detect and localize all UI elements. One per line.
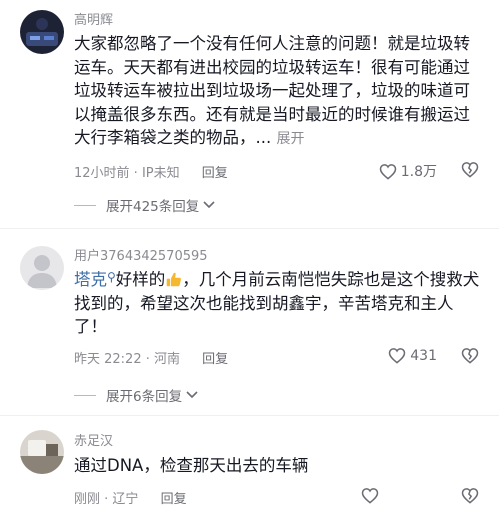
avatar[interactable] [20,10,64,54]
comment-body: 通过DNA，检查那天出去的车辆 [74,456,309,475]
comment-location: IP未知 [141,166,180,181]
comment-text: 塔克⚲好样的 ，几个月前云南恺恺失踪也是这个搜救犬找到的，希望这次也能找到胡鑫宇，… [74,266,482,339]
divider-line [74,394,96,396]
comment-meta: 12小时前 · IP未知 回复 [74,166,228,181]
reply-button[interactable]: 回复 [202,166,228,181]
like-button[interactable]: 1.8万 [379,161,437,181]
like-button[interactable]: 431 [388,347,437,364]
reply-button[interactable]: 回复 [202,352,228,367]
like-button[interactable] [361,487,383,504]
comment-location: 河南 [154,352,181,367]
comment-item-3: 赤足汉 通过DNA，检查那天出去的车辆 刚刚 · 辽宁 回复 [0,422,499,529]
heart-outline-icon [379,163,396,180]
avatar[interactable] [20,246,64,290]
chevron-down-icon [186,391,198,399]
divider-line [74,204,96,206]
comment-username[interactable]: 用户3764342570595 [74,245,208,264]
like-count: 1.8万 [400,164,437,180]
chevron-down-icon [203,201,215,209]
comment-item-1: 高明辉 大家都忽略了一个没有任何人注意的问题！就是垃圾转运车。天天都有进出校园的… [0,0,499,215]
location-pin-icon: ⚲ [107,270,116,284]
comment-body-part-1: 好样的 [115,270,166,289]
comment-location: 辽宁 [112,492,139,507]
broken-heart-icon [461,162,479,178]
expand-replies-label: 展开6条回复 [106,389,183,405]
heart-outline-icon [389,348,406,364]
expand-replies-label: 展开425条回复 [106,199,200,215]
comment-time: 12小时前 [74,166,130,181]
comment-item-2: 用户3764342570595 塔克⚲好样的 ，几个月前云南恺恺失踪也是这个搜救犬… [0,236,499,406]
dislike-button[interactable] [461,487,479,508]
comment-meta: 昨天 22:22 · 河南 回复 [74,352,229,367]
thumbs-up-emoji-icon [166,272,182,287]
dislike-button[interactable] [461,161,479,182]
avatar[interactable] [20,430,64,474]
comment-divider [0,228,499,229]
comment-text: 大家都忽略了一个没有任何人注意的问题！就是垃圾转运车。天天都有进出校园的垃圾转运… [74,32,482,152]
comment-text: 通过DNA，检查那天出去的车辆 [74,454,482,478]
mention-link[interactable]: 塔克 [74,270,107,289]
dislike-button[interactable] [461,347,479,368]
reply-button[interactable]: 回复 [161,492,187,507]
comment-body: 大家都忽略了一个没有任何人注意的问题！就是垃圾转运车。天天都有进出校园的垃圾转运… [74,34,470,147]
broken-heart-icon [461,348,479,364]
broken-heart-icon [461,488,479,504]
expand-text-link[interactable]: 展开 [277,131,305,147]
expand-replies-button[interactable]: 展开425条回复 [74,195,215,215]
heart-outline-icon [361,488,379,504]
comment-divider [0,415,499,416]
like-count: 431 [410,347,437,364]
expand-replies-button[interactable]: 展开6条回复 [74,385,198,405]
comment-username[interactable]: 高明辉 [74,9,113,28]
comment-time: 昨天 22:22 [74,352,142,367]
comment-meta: 刚刚 · 辽宁 回复 [74,492,187,507]
comment-time: 刚刚 [74,492,101,507]
comment-username[interactable]: 赤足汉 [74,430,113,449]
